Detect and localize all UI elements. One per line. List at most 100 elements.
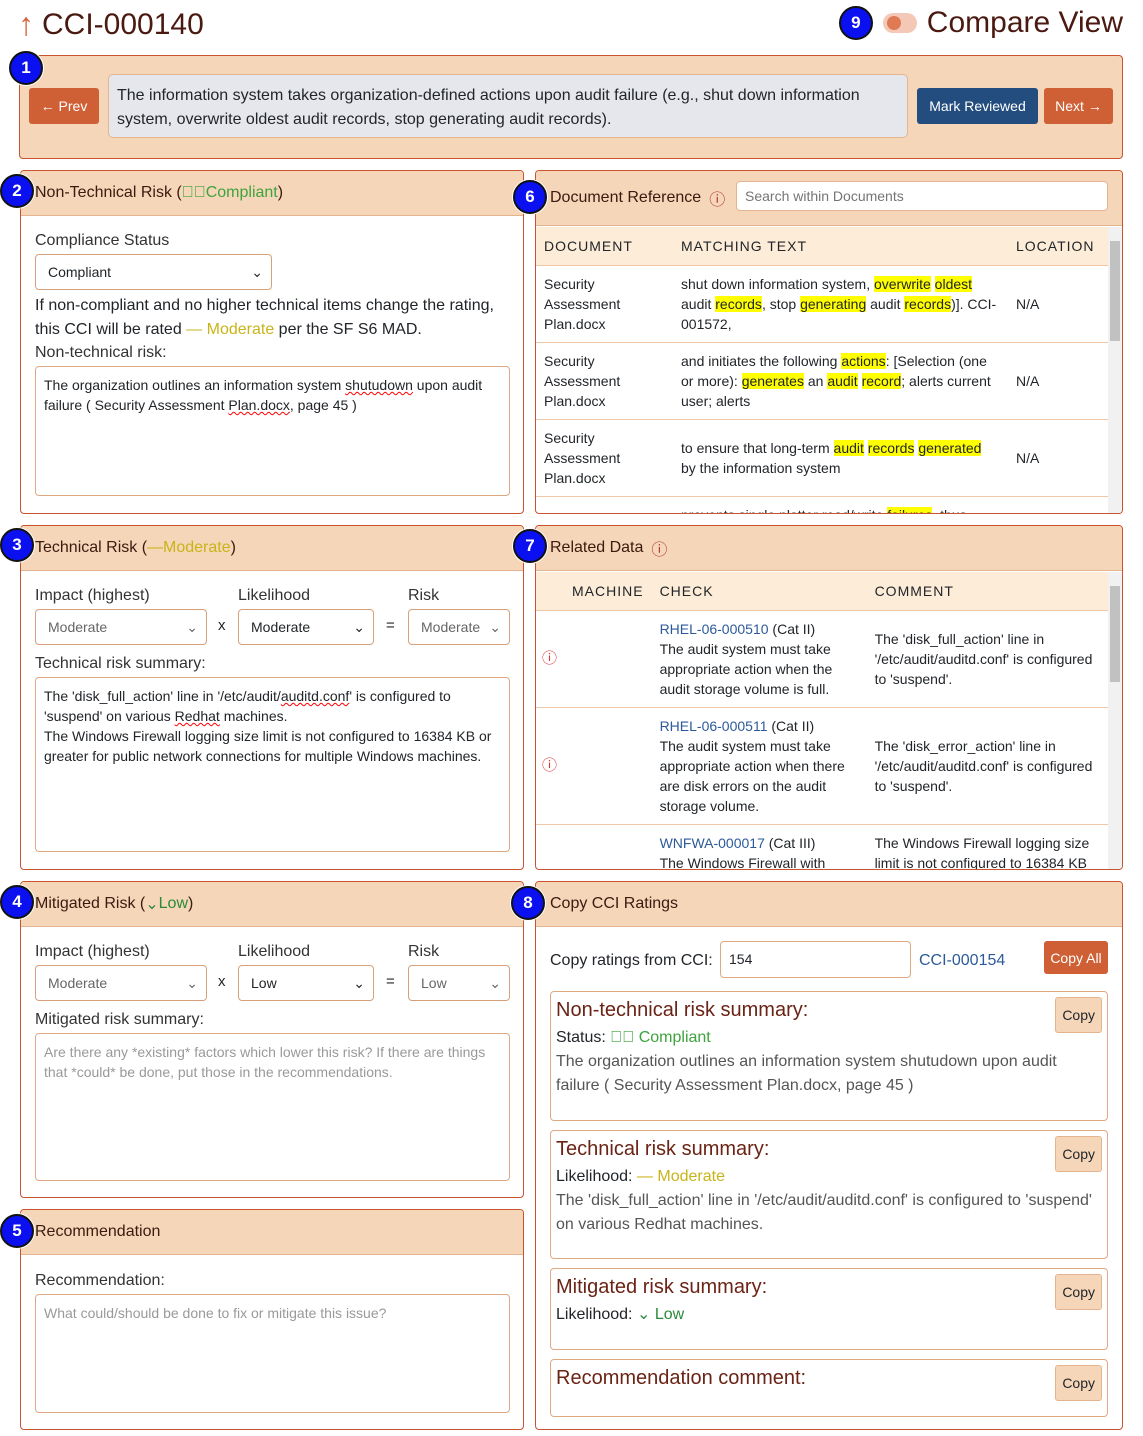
exclamation-circle-icon: ⓘ xyxy=(542,757,558,774)
times-sign: x xyxy=(218,617,226,634)
highlight: generating xyxy=(800,295,867,312)
mark-reviewed-button[interactable]: Mark Reviewed xyxy=(917,88,1038,124)
rating-text: Moderate xyxy=(163,539,231,556)
copy-from-label: Copy ratings from CCI: xyxy=(550,952,713,969)
likelihood-label: Likelihood xyxy=(238,943,311,960)
copy-button[interactable]: Copy xyxy=(1055,1274,1102,1310)
badge-9: 9 xyxy=(838,6,873,40)
page-title: ↑ CCI-000140 xyxy=(18,6,204,43)
badge-3: 3 xyxy=(0,528,34,562)
help-icon[interactable]: ⓘ xyxy=(709,186,725,210)
compliance-status-select[interactable]: Compliant ⌄ xyxy=(35,254,272,290)
technical-risk-textarea[interactable]: The 'disk_full_action' line in '/etc/aud… xyxy=(35,677,510,852)
technical-risk-panel: Technical Risk (— Moderate) Impact (highe… xyxy=(20,525,524,870)
panel-header: Recommendation xyxy=(21,1210,523,1255)
cci-description: The information system takes organizatio… xyxy=(108,74,908,138)
rating-note: If non-compliant and no higher technical… xyxy=(35,297,494,338)
check-link[interactable]: RHEL-06-000510 xyxy=(660,621,769,637)
mitigated-summary-card: Mitigated risk summary: Copy Likelihood: … xyxy=(550,1268,1108,1350)
copy-button[interactable]: Copy xyxy=(1055,997,1102,1033)
risk-label: Risk xyxy=(408,943,440,960)
equals-sign: = xyxy=(386,617,395,634)
related-data-panel: Related Data ⓘ MACHINE CHECK COMMENT ⓘ RHEL-0… xyxy=(535,525,1123,870)
impact-select[interactable]: Moderate ⌄ xyxy=(35,965,207,1001)
badge-8: 8 xyxy=(511,886,545,920)
summary-label: Mitigated risk summary: xyxy=(35,1011,204,1028)
rating-text: Low xyxy=(158,895,189,912)
impact-select[interactable]: Moderate ⌄ xyxy=(35,609,207,645)
recommendation-comment-card: Recommendation comment: Copy xyxy=(550,1359,1108,1417)
nav-panel: ← Prev The information system takes orga… xyxy=(19,55,1123,159)
arrow-left-icon: ← xyxy=(40,98,59,114)
document-reference-panel: Document Referenceⓘ DOCUMENTMATCHING TEX… xyxy=(535,170,1123,514)
related-row: ⓘ RHEL-06-000511 (Cat II) The audit system… xyxy=(536,707,1108,825)
highlight: audit xyxy=(833,439,864,456)
highlight: oldest xyxy=(934,275,973,292)
highlight: generated xyxy=(918,439,982,456)
document-search-input[interactable] xyxy=(736,181,1108,211)
highlight: record xyxy=(861,372,902,389)
summary-label: Technical risk summary: xyxy=(35,655,206,672)
recommendation-textarea[interactable]: What could/should be done to fix or miti… xyxy=(35,1294,510,1413)
times-sign: x xyxy=(218,973,226,990)
risk-select[interactable]: Low ⌄ xyxy=(408,965,510,1001)
risk-select[interactable]: Moderate ⌄ xyxy=(408,609,510,645)
chevron-down-icon: ⌄ xyxy=(145,896,159,913)
likelihood-label: Likelihood xyxy=(238,587,311,604)
highlight: records xyxy=(715,295,762,312)
likelihood-select[interactable]: Moderate ⌄ xyxy=(238,609,374,645)
mitigated-risk-panel: Mitigated Risk (⌄ Low) Impact (highest) L… xyxy=(20,881,524,1198)
impact-label: Impact (highest) xyxy=(35,587,150,604)
compare-view-toggle[interactable] xyxy=(882,13,917,33)
scrollbar[interactable] xyxy=(1108,227,1122,513)
mitigated-risk-textarea[interactable]: Are there any *existing* factors which l… xyxy=(35,1033,510,1181)
likelihood-select[interactable]: Low ⌄ xyxy=(238,965,374,1001)
equals-sign: = xyxy=(386,973,395,990)
panel-header: Non-Technical Risk (✓⃝ Compliant) xyxy=(21,171,523,216)
arrow-right-icon: → xyxy=(1083,98,1102,114)
badge-4: 4 xyxy=(0,885,34,919)
copy-button[interactable]: Copy xyxy=(1055,1365,1102,1401)
copy-from-cci-input[interactable]: 154 xyxy=(720,941,911,978)
panel-header: Document Reference ⓘ xyxy=(536,171,1122,226)
highlight: records xyxy=(904,295,952,312)
check-link[interactable]: WNFWA-000017 xyxy=(660,835,765,851)
badge-6: 6 xyxy=(513,180,547,214)
non-technical-risk-label: Non-technical risk: xyxy=(35,344,167,361)
non-technical-risk-panel: Non-Technical Risk (✓⃝ Compliant) Complia… xyxy=(20,170,524,514)
prev-button[interactable]: ← Prev xyxy=(29,88,99,124)
next-button[interactable]: Next → xyxy=(1044,88,1113,124)
impact-label: Impact (highest) xyxy=(35,943,150,960)
badge-1: 1 xyxy=(9,51,43,85)
badge-5: 5 xyxy=(0,1214,34,1248)
cci-link[interactable]: CCI-000154 xyxy=(919,952,1005,970)
exclamation-circle-icon: ⓘ xyxy=(542,650,558,667)
check-circle-icon: ✓⃝ xyxy=(181,184,206,201)
highlight: records xyxy=(867,439,915,456)
compare-view: 9 Compare View xyxy=(838,6,1123,40)
recommendation-panel: Recommendation Recommendation: What coul… xyxy=(20,1209,524,1430)
panel-header: Mitigated Risk (⌄ Low) xyxy=(21,882,523,927)
related-row: ⓘ RHEL-06-000510 (Cat II) The audit system… xyxy=(536,610,1108,708)
copy-all-button[interactable]: Copy All xyxy=(1044,941,1108,974)
document-row: Security Assessment Plan.docx to ensure t… xyxy=(536,419,1108,497)
related-table: MACHINE CHECK COMMENT ⓘ RHEL-06-000510 (Cat … xyxy=(536,572,1108,869)
copy-button[interactable]: Copy xyxy=(1055,1136,1102,1172)
help-icon[interactable]: ⓘ xyxy=(651,536,667,560)
highlight: actions xyxy=(841,352,886,369)
recommendation-label: Recommendation: xyxy=(35,1272,165,1289)
check-link[interactable]: RHEL-06-000511 xyxy=(660,718,768,734)
highlight: audit xyxy=(827,372,858,389)
document-table: DOCUMENT MATCHING TEXT LOCATION Security As… xyxy=(536,227,1108,513)
arrow-up-icon[interactable]: ↑ xyxy=(18,6,34,43)
highlight: overwrite xyxy=(873,275,931,292)
non-technical-risk-textarea[interactable]: The organization outlines an information… xyxy=(35,366,510,496)
status-text: Compliant xyxy=(205,184,278,201)
copy-cci-ratings-panel: Copy CCI Ratings Copy ratings from CCI: … xyxy=(535,881,1123,1430)
document-row: prevents single platter read/write failu… xyxy=(536,496,1108,513)
panel-header: Copy CCI Ratings xyxy=(536,882,1122,927)
scrollbar[interactable] xyxy=(1108,572,1122,869)
panel-header: Related Data ⓘ xyxy=(536,526,1122,571)
highlight: failures xyxy=(887,506,933,513)
technical-summary-card: Technical risk summary: Copy Likelihood: … xyxy=(550,1130,1108,1259)
